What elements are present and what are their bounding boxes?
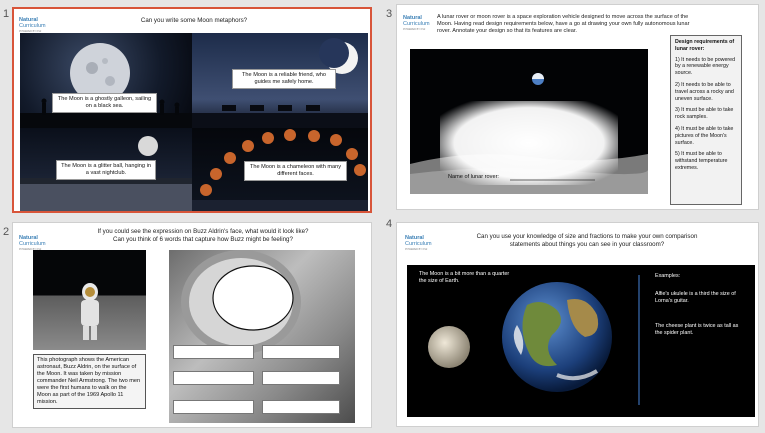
- lunar-surface-photo: Name of lunar rover:: [410, 49, 648, 194]
- logo-text: Curriculum: [403, 21, 430, 27]
- drawing-area: [440, 101, 618, 185]
- requirement-item: 2) It needs to be able to travel across …: [675, 81, 734, 102]
- metaphor-caption-1: The Moon is a ghostly galleon, sailing o…: [52, 93, 157, 113]
- slide-thumbnail-3[interactable]: Natural Curriculum POWERED BY KS2 A luna…: [396, 4, 759, 210]
- feeling-word-box-3[interactable]: [173, 371, 254, 385]
- slide-title-line: statements about things you can see in y…: [509, 240, 665, 248]
- logo-text: Curriculum: [19, 23, 46, 29]
- rover-name-label: Name of lunar rover:: [448, 174, 499, 180]
- feeling-word-box-4[interactable]: [262, 371, 340, 385]
- natural-curriculum-logo: Natural Curriculum POWERED BY KS2: [405, 235, 441, 263]
- slide-title: If you could see the expression on Buzz …: [58, 228, 348, 243]
- moon-size-fact: The Moon is a bit more than a quarter th…: [419, 271, 510, 284]
- slide-title: Can you use your knowledge of size and f…: [442, 233, 732, 248]
- helmet-image: [181, 250, 301, 354]
- slide-number-1: 1: [3, 8, 10, 20]
- logo-text: Curriculum: [19, 241, 46, 247]
- slide-number-4: 4: [386, 218, 393, 230]
- earth-moon-image: [428, 275, 640, 405]
- astronaut-helmet-photo: [169, 250, 355, 423]
- feeling-word-box-1[interactable]: [173, 345, 254, 359]
- logo-text: Curriculum: [405, 241, 432, 247]
- requirement-item: 3) It must be able to take rock samples.: [675, 107, 734, 121]
- feeling-word-box-6[interactable]: [262, 400, 340, 414]
- feeling-word-box-5[interactable]: [173, 400, 254, 414]
- full-moon-image: [20, 43, 192, 128]
- logo-tagline: POWERED BY KS2: [403, 28, 426, 31]
- buzz-aldrin-photo: [33, 250, 146, 350]
- earthrise-image: [410, 73, 648, 194]
- moon-silhouette-photo: [20, 33, 192, 128]
- astronaut-image: [81, 283, 99, 340]
- moon-circle: [428, 326, 470, 368]
- slide-title-line: Can you think of 6 words that capture ho…: [113, 235, 293, 243]
- requirement-item: 5) It must be able to withstand temperat…: [675, 151, 728, 171]
- slide-thumbnail-2[interactable]: Natural Curriculum POWERED BY KS2 If you…: [12, 222, 372, 428]
- requirements-title: Design requirements of lunar rover:: [675, 39, 735, 52]
- feeling-word-box-2[interactable]: [262, 345, 340, 359]
- example-statement-2: The cheese plant is twice as tall as the…: [655, 323, 739, 336]
- natural-curriculum-logo: Natural Curriculum POWERED BY KS2: [403, 15, 439, 43]
- slide-title-line: Can you use your knowledge of size and f…: [476, 233, 698, 240]
- earth-moon-comparison-panel: The Moon is a bit more than a quarter th…: [407, 265, 755, 417]
- face-drawing-oval: [212, 265, 294, 331]
- slide-title: Can you write some Moon metaphors?: [140, 17, 248, 24]
- slide-thumbnail-4[interactable]: Natural Curriculum POWERED BY KS2 Can yo…: [396, 222, 759, 427]
- slide-number-3: 3: [386, 8, 393, 20]
- slide-thumbnail-1[interactable]: Natural Curriculum POWERED BY KS2 Can yo…: [12, 7, 372, 213]
- metaphor-caption-4: The Moon is a chameleon with many differ…: [244, 161, 347, 181]
- example-statement-1: Alfie's ukulele is a third the size of L…: [655, 291, 736, 304]
- slide-number-2: 2: [3, 226, 10, 238]
- logo-tagline: POWERED BY KS2: [405, 248, 428, 251]
- metaphor-caption-2: The Moon is a reliable friend, who guide…: [232, 69, 336, 89]
- metaphor-caption-3: The Moon is a glitter ball, hanging in a…: [56, 160, 156, 180]
- design-requirements-panel: Design requirements of lunar rover: 1) I…: [670, 35, 742, 205]
- slide-title-line: If you could see the expression on Buzz …: [97, 228, 309, 235]
- examples-title: Examples:: [655, 273, 681, 279]
- buzz-caption: This photograph shows the American astro…: [33, 354, 146, 409]
- requirement-item: 4) It must be able to take pictures of t…: [675, 125, 734, 146]
- requirement-item: 1) It needs to be powered by a renewable…: [675, 56, 736, 77]
- rover-intro-text: A lunar rover or moon rover is a space e…: [437, 14, 690, 34]
